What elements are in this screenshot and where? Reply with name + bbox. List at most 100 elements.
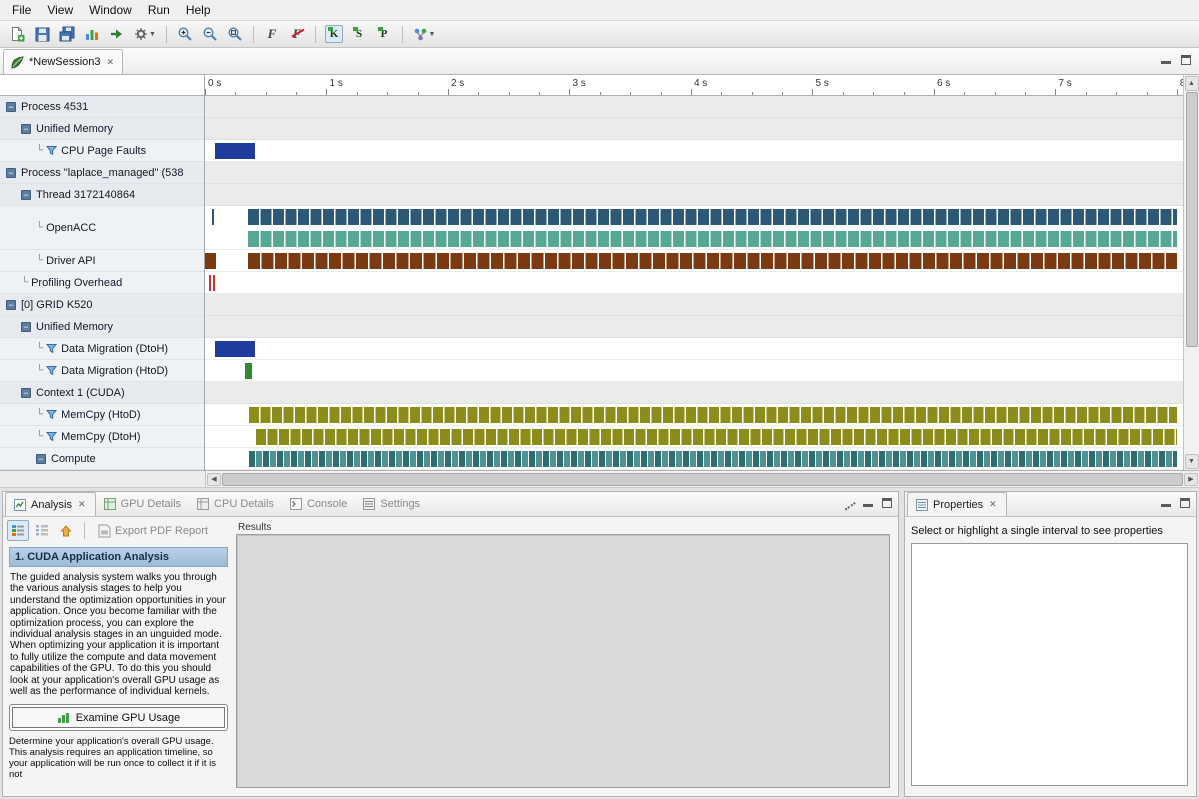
- collapse-icon[interactable]: −: [6, 102, 16, 112]
- filter-icon[interactable]: [46, 145, 57, 156]
- collapse-icon[interactable]: −: [6, 168, 16, 178]
- timeline-tree-row[interactable]: −Process 4531: [0, 96, 204, 118]
- timeline-tree-row[interactable]: −Process "laplace_managed" (538: [0, 162, 204, 184]
- tab-console[interactable]: Console: [282, 492, 355, 516]
- export-pdf-button[interactable]: Export PDF Report: [92, 522, 214, 540]
- timeline-tree-row[interactable]: └Driver API: [0, 250, 204, 272]
- scroll-right-icon[interactable]: ▶: [1184, 473, 1198, 486]
- close-icon[interactable]: ✕: [106, 57, 116, 68]
- timeline-tree-row[interactable]: −Unified Memory: [0, 316, 204, 338]
- timeline-tree-row[interactable]: −Thread 3172140864: [0, 184, 204, 206]
- save-session-icon[interactable]: [30, 23, 54, 45]
- timeline-tree-row[interactable]: └CPU Page Faults: [0, 140, 204, 162]
- view-menu-icon[interactable]: [840, 495, 856, 510]
- up-level-icon[interactable]: [55, 520, 77, 541]
- vertical-scrollbar[interactable]: ▲ ▼: [1183, 75, 1199, 470]
- filter-icon[interactable]: [46, 343, 57, 354]
- collapse-icon[interactable]: −: [21, 322, 31, 332]
- timeline-interval[interactable]: [248, 231, 1177, 247]
- minimize-icon[interactable]: [1161, 56, 1171, 64]
- timeline-tree-row[interactable]: −[0] GRID K520: [0, 294, 204, 316]
- filter-icon[interactable]: [46, 365, 57, 376]
- timeline-canvas-row[interactable]: [205, 360, 1183, 382]
- timeline-canvas-row[interactable]: [205, 382, 1183, 404]
- vertical-scrollbar-thumb[interactable]: [1186, 92, 1198, 347]
- timeline-interval[interactable]: [245, 363, 252, 379]
- timeline-tree-row[interactable]: −Compute: [0, 448, 204, 470]
- tab-gpu-details[interactable]: GPU Details: [96, 492, 190, 516]
- timeline-tree-row[interactable]: └Data Migration (DtoH): [0, 338, 204, 360]
- timeline-canvas-row[interactable]: [205, 448, 1183, 470]
- timeline-canvas-row[interactable]: [205, 294, 1183, 316]
- menu-run[interactable]: Run: [140, 1, 178, 19]
- zoom-out-icon[interactable]: [198, 23, 222, 45]
- timeline-canvas-row[interactable]: [205, 272, 1183, 294]
- timeline-interval[interactable]: [248, 253, 1177, 269]
- horizontal-scrollbar-thumb[interactable]: [222, 473, 1183, 486]
- unguided-analysis-icon[interactable]: [31, 520, 53, 541]
- scroll-up-icon[interactable]: ▲: [1185, 76, 1199, 91]
- tab-analysis[interactable]: Analysis ✕: [5, 492, 96, 516]
- timeline-canvas-row[interactable]: [205, 184, 1183, 206]
- timeline-interval[interactable]: [249, 451, 1177, 467]
- tab-properties[interactable]: Properties ✕: [907, 492, 1007, 516]
- menu-window[interactable]: Window: [81, 1, 140, 19]
- timeline-tree-row[interactable]: −Unified Memory: [0, 118, 204, 140]
- tab-cpu-details[interactable]: CPU Details: [189, 492, 282, 516]
- examine-gpu-usage-button[interactable]: Examine GPU Usage: [12, 707, 225, 728]
- profile-application-icon[interactable]: [80, 23, 104, 45]
- timeline-interval[interactable]: [213, 275, 215, 291]
- timeline-canvas-row[interactable]: [205, 140, 1183, 162]
- maximize-icon[interactable]: [1181, 55, 1191, 65]
- settings-dropdown-icon[interactable]: ▼: [130, 23, 160, 45]
- menu-view[interactable]: View: [39, 1, 81, 19]
- timeline-interval[interactable]: [249, 407, 1177, 423]
- menu-file[interactable]: File: [4, 1, 39, 19]
- timeline-canvas-row[interactable]: [205, 316, 1183, 338]
- timeline-canvas-row[interactable]: [205, 250, 1183, 272]
- timeline-interval[interactable]: [209, 275, 211, 291]
- save-all-icon[interactable]: [55, 23, 79, 45]
- timeline-interval[interactable]: [215, 143, 255, 159]
- zoom-fit-icon[interactable]: [223, 23, 247, 45]
- collapse-icon[interactable]: −: [21, 190, 31, 200]
- timeline-canvas-row[interactable]: [205, 206, 1183, 250]
- timeline-tree-row[interactable]: └Data Migration (HtoD): [0, 360, 204, 382]
- import-session-icon[interactable]: [105, 23, 129, 45]
- tab-settings[interactable]: Settings: [355, 492, 428, 516]
- timeline-tree-row[interactable]: └MemCpy (HtoD): [0, 404, 204, 426]
- maximize-icon[interactable]: [1180, 498, 1190, 508]
- timeline-ruler[interactable]: 0 s1 s2 s3 s4 s5 s6 s7 s8: [205, 75, 1183, 96]
- stream-timeline-toggle[interactable]: S: [347, 23, 371, 45]
- menu-help[interactable]: Help: [178, 1, 219, 19]
- timeline-canvas-row[interactable]: [205, 96, 1183, 118]
- timeline-canvas-row[interactable]: [205, 338, 1183, 360]
- scroll-down-icon[interactable]: ▼: [1185, 454, 1199, 469]
- timeline-tree-row[interactable]: └MemCpy (DtoH): [0, 426, 204, 448]
- timeline-canvas-row[interactable]: [205, 426, 1183, 448]
- timeline-tree-row[interactable]: −Context 1 (CUDA): [0, 382, 204, 404]
- minimize-icon[interactable]: [863, 499, 873, 507]
- zoom-in-icon[interactable]: [173, 23, 197, 45]
- scroll-left-icon[interactable]: ◀: [207, 473, 221, 486]
- collapse-icon[interactable]: −: [36, 454, 46, 464]
- horizontal-scrollbar[interactable]: ◀ ▶: [205, 471, 1199, 487]
- collapse-icon[interactable]: −: [6, 300, 16, 310]
- timeline-interval[interactable]: [215, 341, 255, 357]
- maximize-icon[interactable]: [882, 498, 892, 508]
- minimize-icon[interactable]: [1161, 499, 1171, 507]
- filter-icon[interactable]: [46, 409, 57, 420]
- tab-session[interactable]: *NewSession3 ✕: [3, 49, 123, 74]
- timeline-interval[interactable]: [212, 209, 214, 225]
- filter-icon[interactable]: [46, 431, 57, 442]
- timeline-interval[interactable]: [248, 209, 1177, 225]
- timeline-interval[interactable]: [256, 429, 1177, 445]
- timeline-tree-row[interactable]: └Profiling Overhead: [0, 272, 204, 294]
- collapse-icon[interactable]: −: [21, 388, 31, 398]
- timeline-canvas-row[interactable]: [205, 404, 1183, 426]
- kernel-timeline-toggle[interactable]: K: [322, 23, 346, 45]
- run-analysis-icon[interactable]: ▼: [409, 23, 439, 45]
- marker-forward-icon[interactable]: F: [260, 23, 284, 45]
- guided-analysis-icon[interactable]: [7, 520, 29, 541]
- timeline-canvas-row[interactable]: [205, 162, 1183, 184]
